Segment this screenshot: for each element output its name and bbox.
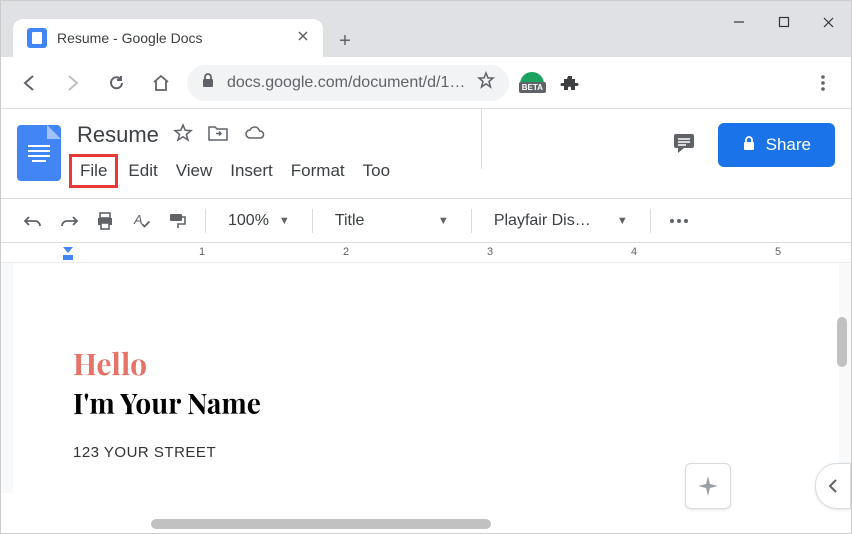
menu-insert[interactable]: Insert <box>230 161 273 181</box>
ruler-mark: 5 <box>775 246 781 258</box>
lock-icon <box>742 135 756 156</box>
back-button[interactable] <box>11 65 47 101</box>
star-document-icon[interactable] <box>173 123 193 148</box>
ruler[interactable]: 1 2 3 4 5 <box>1 243 851 263</box>
lock-icon <box>201 72 215 93</box>
style-dropdown[interactable]: Title▼ <box>327 212 457 230</box>
beta-extension-icon[interactable]: BETA <box>517 68 547 98</box>
chevron-down-icon: ▼ <box>438 215 449 227</box>
undo-button[interactable] <box>19 207 47 235</box>
page[interactable]: Hello I'm Your Name 123 YOUR STREET <box>13 263 839 493</box>
browser-tab[interactable]: Resume - Google Docs <box>13 19 323 57</box>
document-canvas[interactable]: Hello I'm Your Name 123 YOUR STREET <box>1 263 851 493</box>
menu-file[interactable]: File <box>69 154 118 188</box>
ruler-mark: 2 <box>343 246 349 258</box>
forward-button[interactable] <box>55 65 91 101</box>
menu-edit[interactable]: Edit <box>128 161 157 181</box>
horizontal-scrollbar[interactable] <box>151 519 491 529</box>
paint-format-button[interactable] <box>163 207 191 235</box>
url-text: docs.google.com/document/d/1… <box>227 74 465 92</box>
reload-button[interactable] <box>99 65 135 101</box>
window-maximize[interactable] <box>761 7 806 37</box>
zoom-dropdown[interactable]: 100%▼ <box>220 212 298 230</box>
cloud-status-icon[interactable] <box>243 124 267 147</box>
comments-icon[interactable] <box>670 129 698 162</box>
extensions-icon[interactable] <box>555 68 585 98</box>
menu-bar: File Edit View Insert Format Too <box>77 153 390 189</box>
address-bar[interactable]: docs.google.com/document/d/1… <box>187 65 509 101</box>
menu-view[interactable]: View <box>176 161 213 181</box>
print-button[interactable] <box>91 207 119 235</box>
tab-title: Resume - Google Docs <box>57 30 287 46</box>
svg-text:A: A <box>133 212 143 227</box>
close-tab-icon[interactable] <box>297 29 309 47</box>
ruler-mark: 4 <box>631 246 637 258</box>
window-close[interactable] <box>806 7 851 37</box>
ruler-mark: 1 <box>199 246 205 258</box>
address-text[interactable]: 123 YOUR STREET <box>73 444 779 461</box>
star-bookmark-icon[interactable] <box>477 71 495 94</box>
redo-button[interactable] <box>55 207 83 235</box>
heading-name[interactable]: I'm Your Name <box>73 385 779 422</box>
home-button[interactable] <box>143 65 179 101</box>
font-dropdown[interactable]: Playfair Dis…▼ <box>486 212 636 230</box>
menu-format[interactable]: Format <box>291 161 345 181</box>
share-label: Share <box>766 135 811 155</box>
spellcheck-button[interactable]: A <box>127 207 155 235</box>
share-button[interactable]: Share <box>718 123 835 167</box>
new-tab-button[interactable]: + <box>329 25 361 57</box>
header-divider <box>481 109 482 169</box>
window-minimize[interactable] <box>716 7 761 37</box>
vertical-scrollbar[interactable] <box>837 317 847 367</box>
explore-button[interactable] <box>685 463 731 509</box>
side-panel-toggle[interactable] <box>815 463 851 509</box>
docs-favicon <box>27 28 47 48</box>
document-title[interactable]: Resume <box>77 122 159 148</box>
more-toolbar-icon[interactable] <box>665 207 693 235</box>
chevron-down-icon: ▼ <box>617 215 628 227</box>
indent-marker-icon[interactable] <box>61 245 75 264</box>
browser-menu-icon[interactable] <box>805 65 841 101</box>
docs-logo-icon[interactable] <box>17 125 61 181</box>
menu-tools[interactable]: Too <box>363 161 390 181</box>
move-folder-icon[interactable] <box>207 123 229 148</box>
ruler-mark: 3 <box>487 246 493 258</box>
heading-hello[interactable]: Hello <box>73 343 779 383</box>
toolbar: A 100%▼ Title▼ Playfair Dis…▼ <box>1 199 851 243</box>
chevron-down-icon: ▼ <box>279 215 290 227</box>
